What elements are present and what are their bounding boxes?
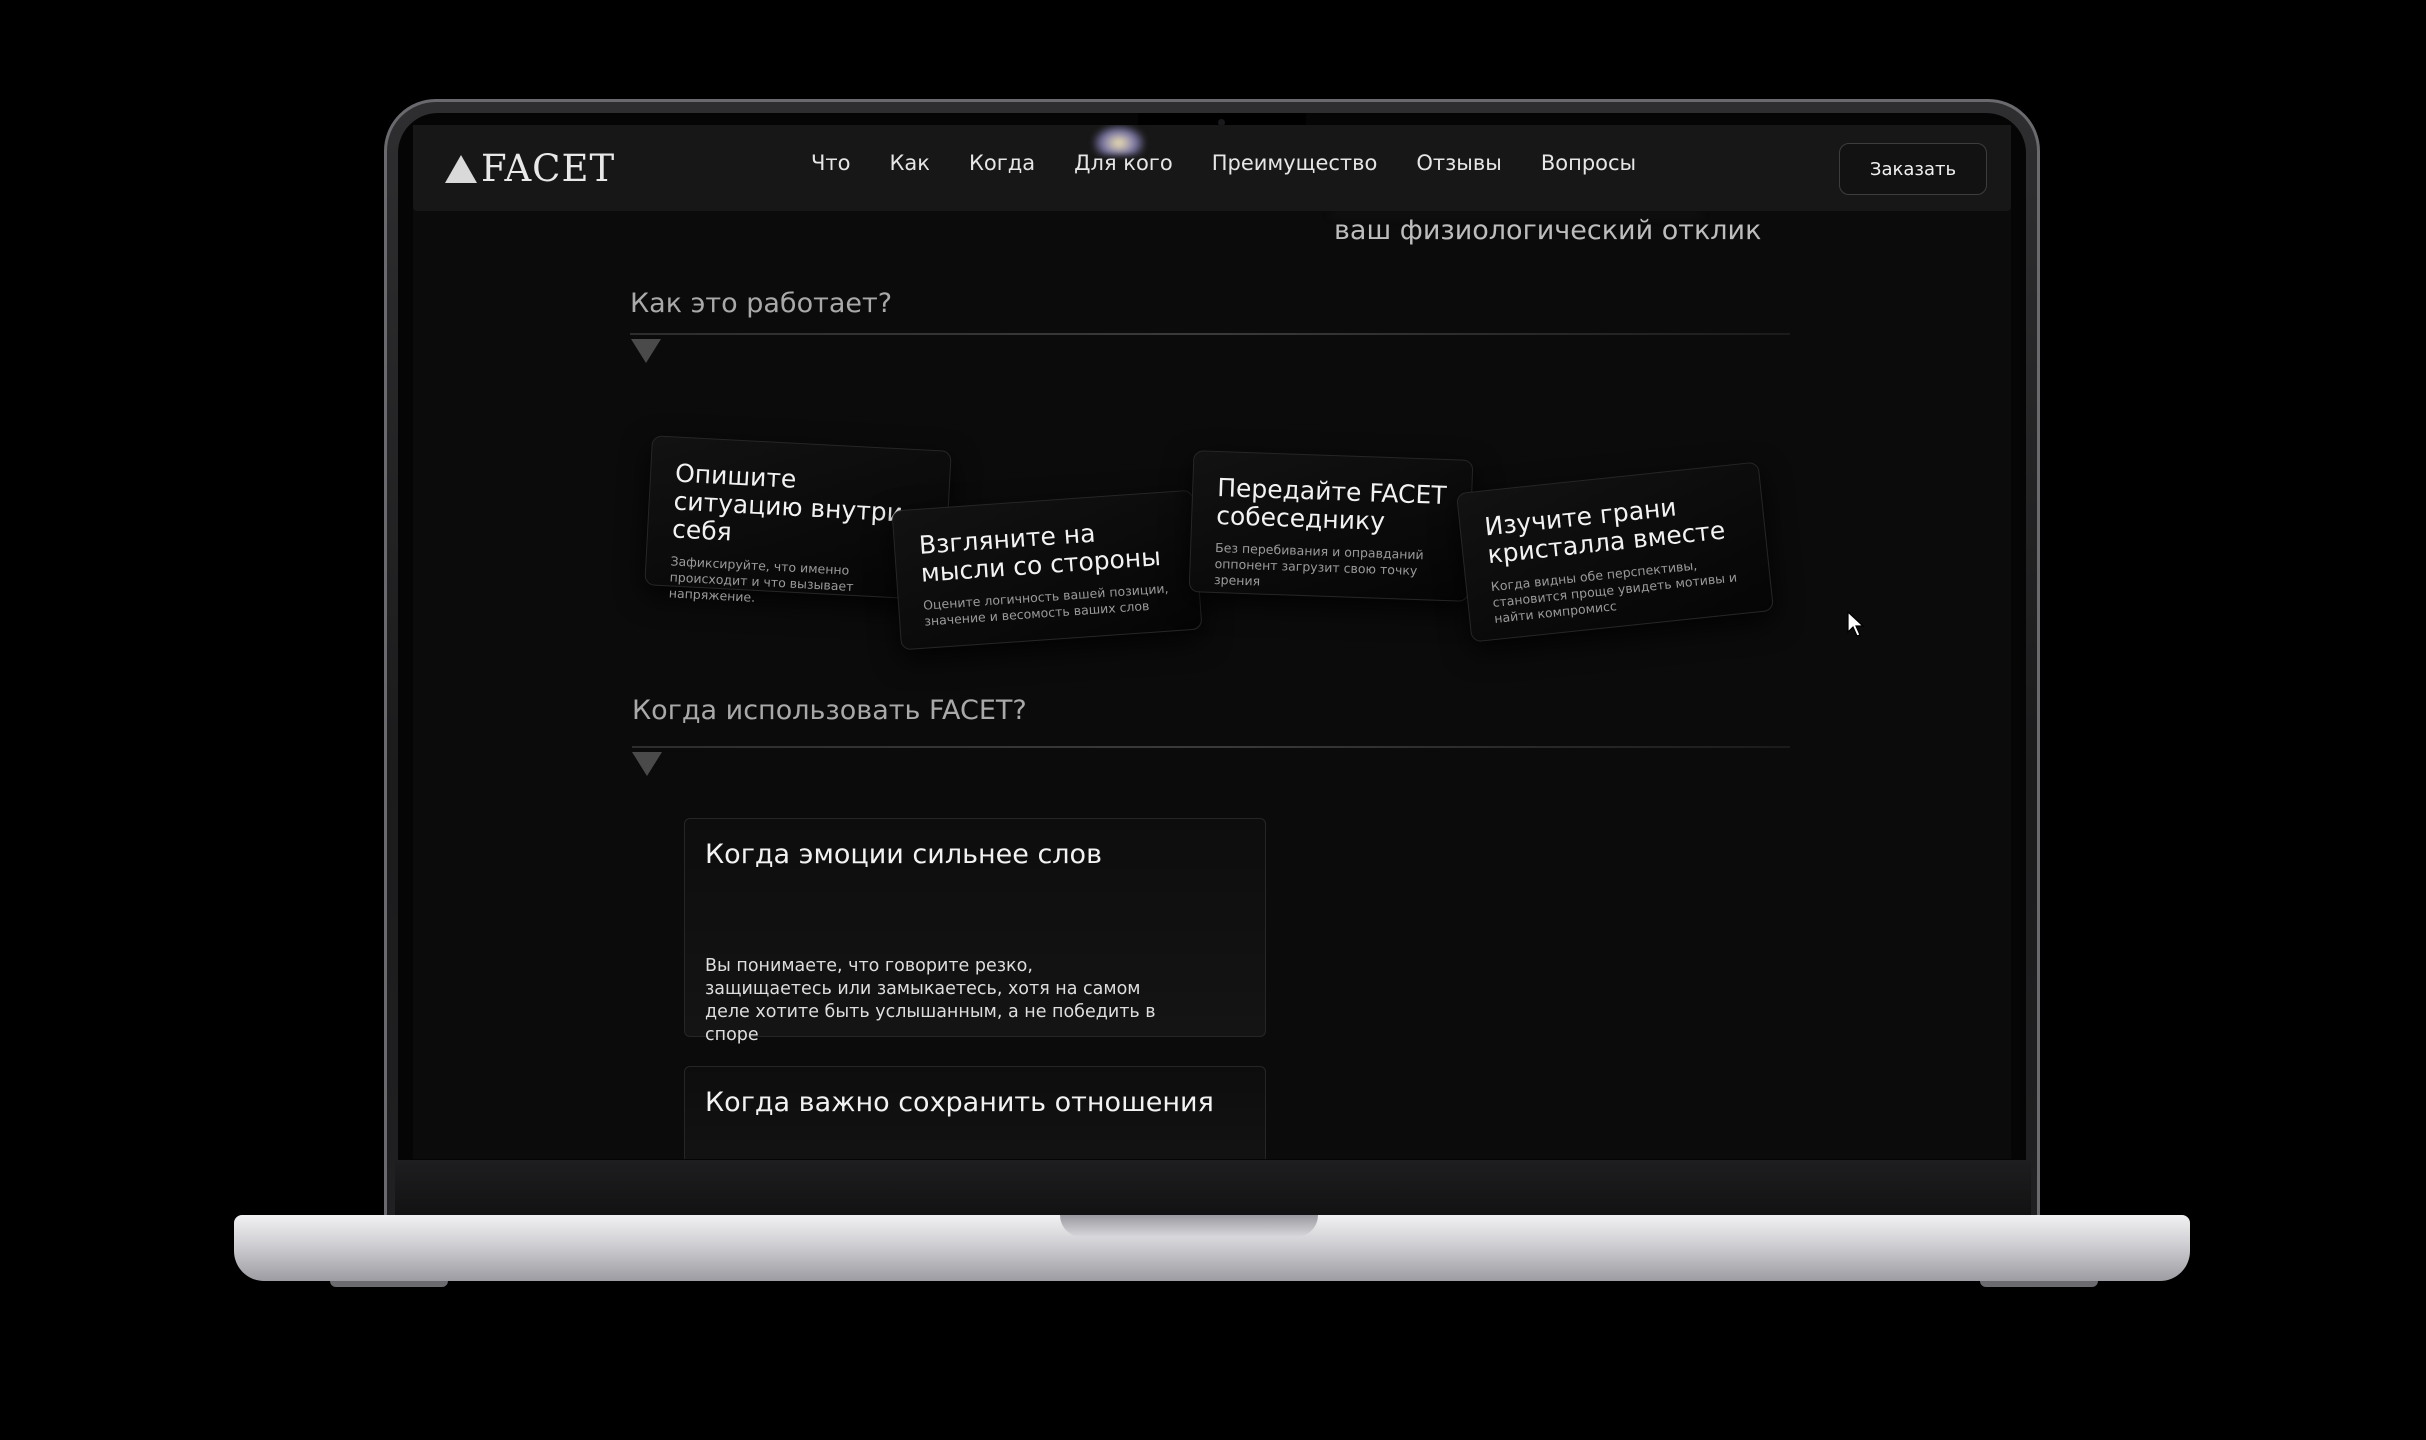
section-arrow-icon <box>632 752 662 776</box>
hero-tail-text: ваш физиологический отклик <box>1334 215 1762 246</box>
logo-triangle-icon <box>445 154 477 183</box>
use-case-title: Когда важно сохранить отношения <box>705 1087 1214 1118</box>
screen-chin <box>395 1160 2031 1215</box>
nav-item-when[interactable]: Когда <box>969 151 1035 175</box>
nav-item-reviews[interactable]: Отзывы <box>1416 151 1501 175</box>
order-button[interactable]: Заказать <box>1839 143 1987 195</box>
logo[interactable]: FACET <box>445 147 615 190</box>
use-case-title: Когда эмоции сильнее слов <box>705 839 1102 870</box>
section-divider <box>630 333 1790 335</box>
main-nav: Что Как Когда Для кого Преимущество Отзы… <box>811 151 1636 175</box>
step-desc: Зафиксируйте, что именно происходит и чт… <box>668 553 854 605</box>
nav-item-what[interactable]: Что <box>811 151 850 175</box>
step-card: Изучите грани кристалла вместе Когда вид… <box>1455 461 1775 643</box>
section-divider <box>632 746 1790 748</box>
logo-text: FACET <box>481 147 616 190</box>
laptop-foot <box>1980 1281 2098 1287</box>
step-title: Передайте FACET собеседнику <box>1215 473 1448 536</box>
step-card: Передайте FACET собеседнику Без перебива… <box>1188 450 1474 602</box>
nav-item-how[interactable]: Как <box>889 151 929 175</box>
site-header: FACET Что Как Когда Для кого Преимуществ… <box>413 125 2011 211</box>
nav-item-advantage[interactable]: Преимущество <box>1212 151 1378 175</box>
step-card: Взгляните на мысли со стороны Оцените ло… <box>891 489 1203 651</box>
mouse-cursor-icon <box>1847 611 1865 637</box>
use-case-card: Когда важно сохранить отношения <box>684 1066 1266 1159</box>
how-it-works-title: Как это работает? <box>630 288 893 319</box>
step-title: Опишите ситуацию внутри себя <box>671 458 904 547</box>
base-notch <box>1060 1215 1318 1237</box>
step-desc: Без перебивания и оправданий оппонент за… <box>1213 539 1424 589</box>
laptop-foot <box>330 1281 448 1287</box>
nav-item-questions[interactable]: Вопросы <box>1541 151 1636 175</box>
step-title: Взгляните на мысли со стороны <box>917 518 1162 588</box>
laptop-base <box>234 1215 2190 1281</box>
website-screen: ваш физиологический отклик FACET Что Как… <box>413 125 2011 1159</box>
section-arrow-icon <box>631 339 661 363</box>
step-desc: Оцените логичность вашей позиции, значен… <box>922 580 1169 629</box>
when-to-use-title: Когда использовать FACET? <box>632 695 1027 726</box>
use-case-card: Когда эмоции сильнее слов Вы понимаете, … <box>684 818 1266 1045</box>
glow-decoration <box>1093 125 1145 155</box>
use-case-desc: Вы понимаете, что говорите резко, защища… <box>705 956 1156 1045</box>
